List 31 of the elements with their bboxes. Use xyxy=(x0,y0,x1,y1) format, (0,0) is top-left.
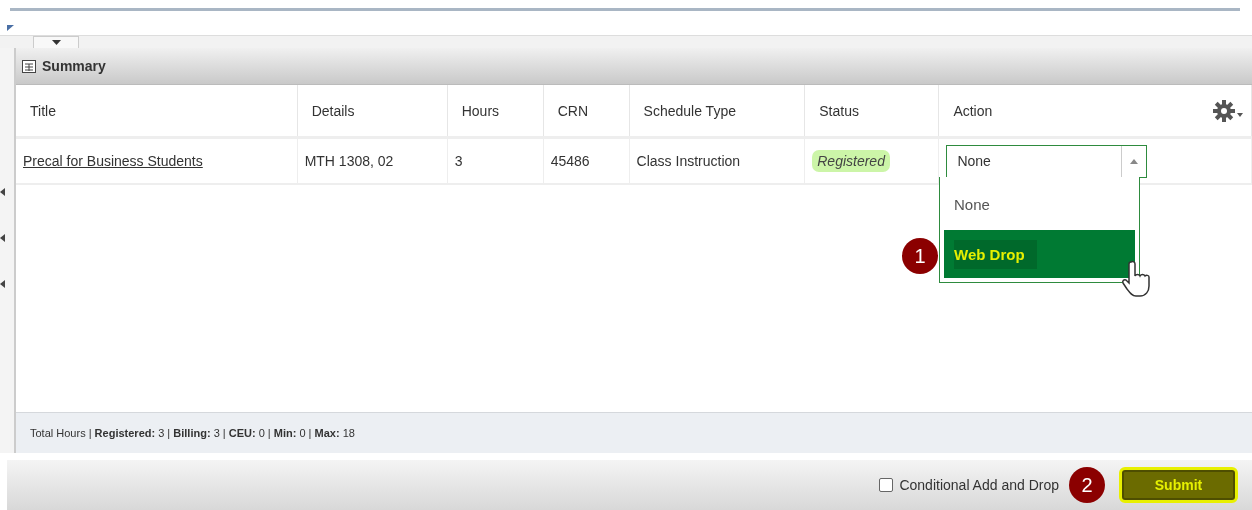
table-cell: Class Instruction xyxy=(629,137,805,184)
collapse-arrow-icon[interactable] xyxy=(0,188,5,196)
column-header: Status xyxy=(804,85,939,138)
totals-bar: Total Hours | Registered: 3 | Billing: 3 | CEU: 0 | Min: 0 | Max: 18 xyxy=(16,412,1252,453)
dropdown-tab[interactable] xyxy=(33,36,79,48)
column-header: Hours xyxy=(447,85,544,138)
action-dropdown[interactable]: None xyxy=(946,144,1148,178)
dropdown-option[interactable]: Web Drop xyxy=(944,230,1135,278)
submit-button[interactable]: Submit xyxy=(1119,467,1238,503)
table-cell: 3 xyxy=(447,137,544,184)
course-title-link[interactable]: Precal for Business Students xyxy=(23,153,203,169)
column-header: CRN xyxy=(543,85,630,138)
checkbox-label: Conditional Add and Drop xyxy=(899,477,1059,493)
step-marker: 1 xyxy=(902,238,938,274)
table-cell: 45486 xyxy=(543,137,630,184)
collapse-arrow-icon[interactable] xyxy=(0,280,5,288)
step-marker: 2 xyxy=(1069,467,1105,503)
column-header: Action xyxy=(938,85,1252,138)
table-icon xyxy=(22,59,36,73)
caret-icon xyxy=(51,40,61,45)
column-header: Title xyxy=(16,85,298,138)
table-cell: MTH 1308, 02 xyxy=(297,137,448,184)
column-header: Details xyxy=(297,85,448,138)
dropdown-option[interactable]: None xyxy=(944,180,1135,228)
settings-icon[interactable] xyxy=(1213,100,1243,122)
checkbox[interactable] xyxy=(879,478,894,492)
panel-title: Summary xyxy=(42,58,106,74)
collapse-arrow-icon[interactable] xyxy=(0,234,5,242)
column-header: Schedule Type xyxy=(629,85,805,138)
status-badge: Registered xyxy=(812,150,890,172)
caret-icon xyxy=(1130,158,1139,164)
